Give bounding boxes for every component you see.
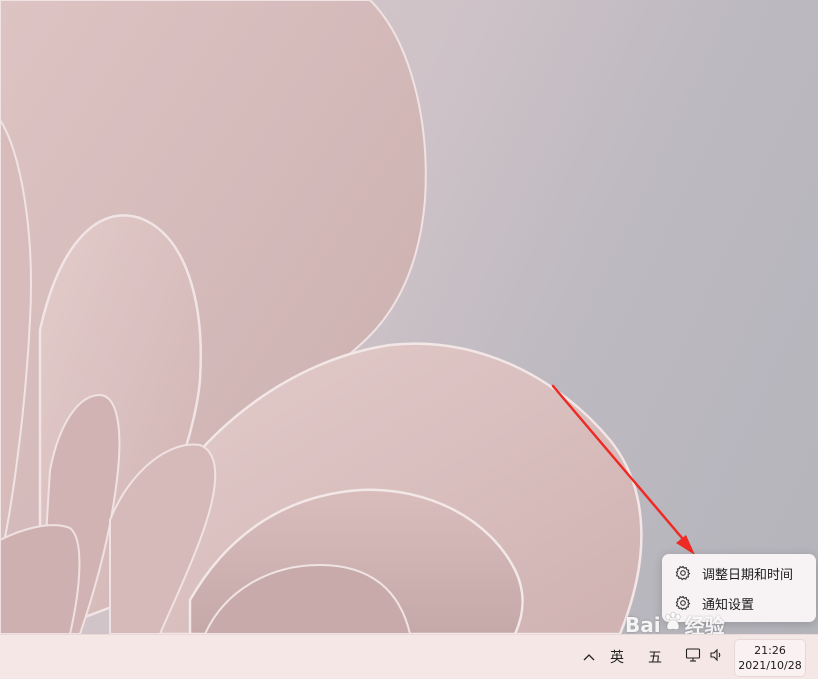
- clock-time: 21:26: [754, 644, 786, 657]
- taskbar-clock[interactable]: 21:26 2021/10/28: [735, 640, 805, 676]
- menu-item-label: 调整日期和时间: [702, 567, 794, 583]
- network-icon: [685, 647, 701, 667]
- network-volume-button[interactable]: [680, 643, 728, 671]
- chevron-up-icon: [583, 649, 595, 665]
- menu-item-adjust-date-time[interactable]: 调整日期和时间: [662, 558, 816, 588]
- clock-context-menu: 调整日期和时间 通知设置: [662, 554, 816, 622]
- ime-language-button[interactable]: 英: [604, 643, 630, 671]
- menu-item-notification-settings[interactable]: 通知设置: [662, 588, 816, 618]
- show-hidden-icons-button[interactable]: [578, 643, 600, 671]
- ime-mode-button[interactable]: 五: [642, 643, 668, 671]
- taskbar: 英 五 21:26 2021/10/28: [0, 634, 818, 679]
- gear-icon: [674, 594, 692, 612]
- desktop[interactable]: 调整日期和时间 通知设置 Bai 经验 英 五 21:26 2021/10/28: [0, 0, 818, 679]
- menu-item-label: 通知设置: [702, 597, 755, 613]
- gear-icon: [674, 564, 692, 582]
- ime-mode-label: 五: [648, 650, 662, 666]
- clock-date: 2021/10/28: [738, 659, 802, 672]
- speaker-icon: [709, 648, 723, 666]
- ime-language-label: 英: [610, 650, 624, 666]
